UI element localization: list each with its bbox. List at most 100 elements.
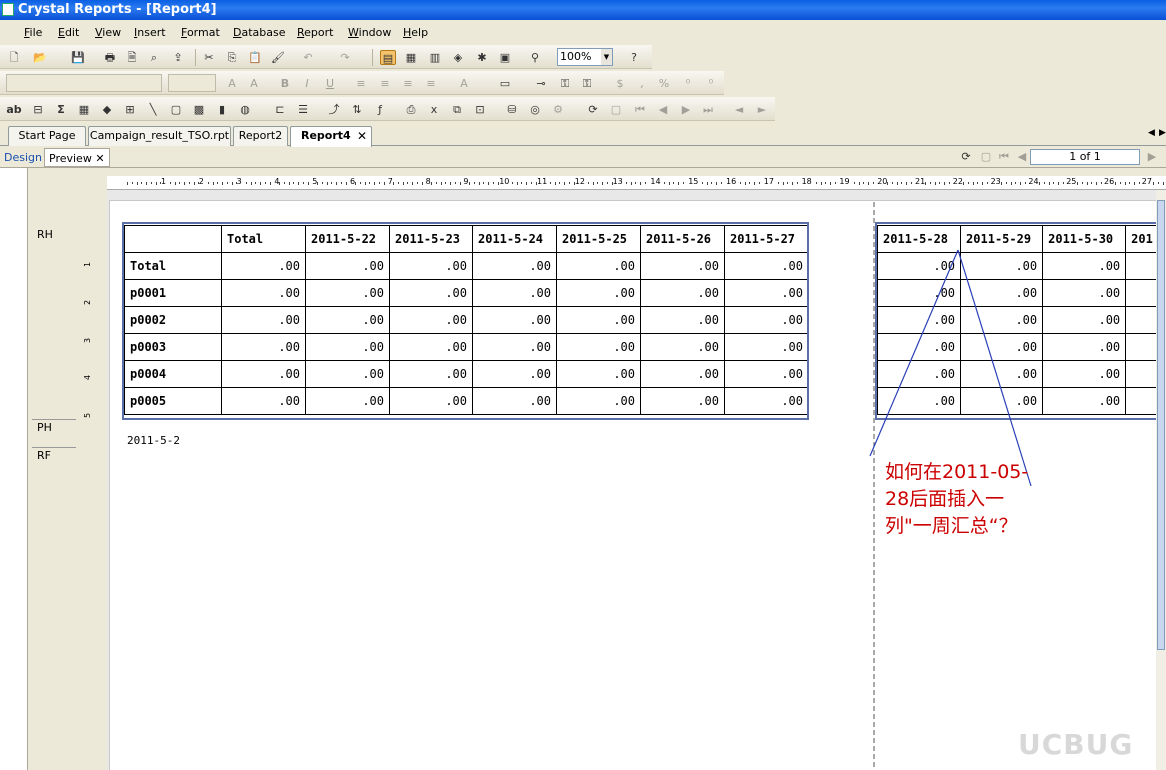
- column-header[interactable]: 2011-5-26: [640, 225, 725, 253]
- table-cell[interactable]: .00: [472, 387, 557, 415]
- underline-icon[interactable]: U: [322, 76, 338, 91]
- table-cell[interactable]: .00: [724, 333, 809, 361]
- table-cell[interactable]: .00: [472, 333, 557, 361]
- repository-icon[interactable]: ◈: [450, 50, 466, 65]
- cut-icon[interactable]: ✂: [201, 50, 217, 65]
- table-cell[interactable]: .00: [221, 279, 306, 307]
- table-cell[interactable]: .00: [221, 252, 306, 280]
- column-header[interactable]: 2011-5-29: [960, 225, 1044, 253]
- table-cell[interactable]: .00: [556, 252, 641, 280]
- font-color-icon[interactable]: A: [456, 76, 472, 91]
- crosstab-left[interactable]: Total 2011-5-22 2011-5-23 2011-5-24 2011…: [124, 225, 809, 415]
- table-cell[interactable]: .00: [876, 387, 962, 415]
- table-cell[interactable]: .00: [221, 306, 306, 334]
- row-label[interactable]: p0001: [124, 279, 222, 307]
- new-icon[interactable]: 🗋: [6, 50, 22, 65]
- row-label[interactable]: Total: [124, 252, 222, 280]
- thousands-icon[interactable]: ,: [634, 76, 650, 91]
- bold-icon[interactable]: B: [277, 76, 293, 91]
- close-preview-icon[interactable]: ✕: [95, 152, 104, 165]
- row-label[interactable]: p0003: [124, 333, 222, 361]
- undo-icon[interactable]: ↶: [300, 50, 316, 65]
- formula-icon[interactable]: x: [426, 102, 442, 117]
- row-label[interactable]: p0005: [124, 387, 222, 415]
- box-icon[interactable]: ▢: [168, 102, 184, 117]
- row-label[interactable]: p0002: [124, 306, 222, 334]
- stop-icon[interactable]: ▢: [978, 149, 994, 164]
- workbench-icon[interactable]: ▣: [497, 50, 513, 65]
- justify-icon[interactable]: ≡: [423, 76, 439, 91]
- table-cell[interactable]: .00: [472, 252, 557, 280]
- sort-icon[interactable]: ☰: [295, 102, 311, 117]
- menu-file[interactable]: File: [24, 26, 42, 39]
- table-cell[interactable]: .00: [876, 333, 962, 361]
- menu-report[interactable]: Report: [297, 26, 333, 39]
- font-name-select[interactable]: [6, 74, 162, 92]
- table-cell[interactable]: .00: [472, 279, 557, 307]
- table-cell[interactable]: .00: [960, 279, 1044, 307]
- table-cell[interactable]: .00: [305, 252, 390, 280]
- table-cell[interactable]: .00: [640, 387, 725, 415]
- table-cell[interactable]: .00: [389, 279, 473, 307]
- table-cell[interactable]: .00: [640, 306, 725, 334]
- table-cell[interactable]: .00: [221, 360, 306, 388]
- table-cell[interactable]: .00: [1042, 333, 1127, 361]
- table-cell[interactable]: .00: [389, 306, 473, 334]
- column-header[interactable]: 2011-5-28: [876, 225, 962, 253]
- table-cell[interactable]: .00: [305, 333, 390, 361]
- table-cell[interactable]: .00: [305, 279, 390, 307]
- table-cell[interactable]: .00: [556, 279, 641, 307]
- tab-report4[interactable]: Report4 ✕: [290, 126, 372, 147]
- menu-view[interactable]: View: [95, 26, 121, 39]
- tab-scroll-left-icon[interactable]: ◀: [1148, 128, 1155, 138]
- open-icon[interactable]: 📂: [32, 50, 48, 65]
- table-cell[interactable]: .00: [724, 306, 809, 334]
- next-page-icon[interactable]: ▶: [678, 102, 694, 117]
- table-cell[interactable]: .00: [640, 333, 725, 361]
- menu-window[interactable]: Window: [348, 26, 391, 39]
- currency-icon[interactable]: $: [612, 76, 628, 91]
- menu-help[interactable]: Help: [403, 26, 428, 39]
- table-cell[interactable]: .00: [724, 360, 809, 388]
- close-tab-icon[interactable]: ✕: [357, 127, 367, 145]
- tab-design[interactable]: Design: [0, 148, 46, 167]
- formula-workshop-icon[interactable]: ƒ: [372, 102, 388, 117]
- tab-report2[interactable]: Report2: [233, 126, 288, 146]
- table-cell[interactable]: .00: [876, 306, 962, 334]
- table-cell[interactable]: .00: [640, 252, 725, 280]
- align-right-icon[interactable]: ≡: [400, 76, 416, 91]
- subreport-icon[interactable]: ⊞: [122, 102, 138, 117]
- text-object-icon[interactable]: ab: [6, 102, 22, 117]
- table-cell[interactable]: .00: [389, 333, 473, 361]
- column-header[interactable]: 2011-5-23: [389, 225, 473, 253]
- table-cell[interactable]: .00: [472, 360, 557, 388]
- find-icon[interactable]: ⚲: [527, 50, 543, 65]
- table-cell[interactable]: .00: [1042, 252, 1127, 280]
- table-cell[interactable]: .00: [960, 306, 1044, 334]
- settings-icon[interactable]: ⚙: [550, 102, 566, 117]
- table-cell[interactable]: .00: [1042, 306, 1127, 334]
- suppress-icon[interactable]: ⊸: [533, 76, 549, 91]
- table-cell[interactable]: .00: [221, 387, 306, 415]
- report-explorer-icon[interactable]: ▥: [427, 50, 443, 65]
- record-sort-icon[interactable]: ⇅: [349, 102, 365, 117]
- refresh-icon[interactable]: ⟳: [958, 149, 974, 164]
- shrink-font-icon[interactable]: A: [246, 76, 262, 91]
- column-header[interactable]: 2011-5-24: [472, 225, 557, 253]
- first-page-icon[interactable]: ⏮: [996, 149, 1012, 164]
- stop-icon[interactable]: ▢: [608, 102, 624, 117]
- group-icon[interactable]: ⊟: [30, 102, 46, 117]
- tab-start-page[interactable]: Start Page: [8, 126, 86, 146]
- print-icon[interactable]: 🖶: [102, 50, 118, 65]
- font-size-select[interactable]: [168, 74, 216, 92]
- olap-icon[interactable]: ◆: [99, 102, 115, 117]
- table-cell[interactable]: .00: [1042, 387, 1127, 415]
- page-indicator[interactable]: 1 of 1: [1030, 149, 1140, 165]
- section-expert-icon[interactable]: ⎙: [403, 102, 419, 117]
- menu-insert[interactable]: Insert: [134, 26, 166, 39]
- forward-icon[interactable]: ►: [754, 102, 770, 117]
- lock-size-icon[interactable]: ⚿: [579, 76, 595, 91]
- column-header[interactable]: 2011-5-30: [1042, 225, 1127, 253]
- table-cell[interactable]: .00: [389, 387, 473, 415]
- table-cell[interactable]: .00: [221, 333, 306, 361]
